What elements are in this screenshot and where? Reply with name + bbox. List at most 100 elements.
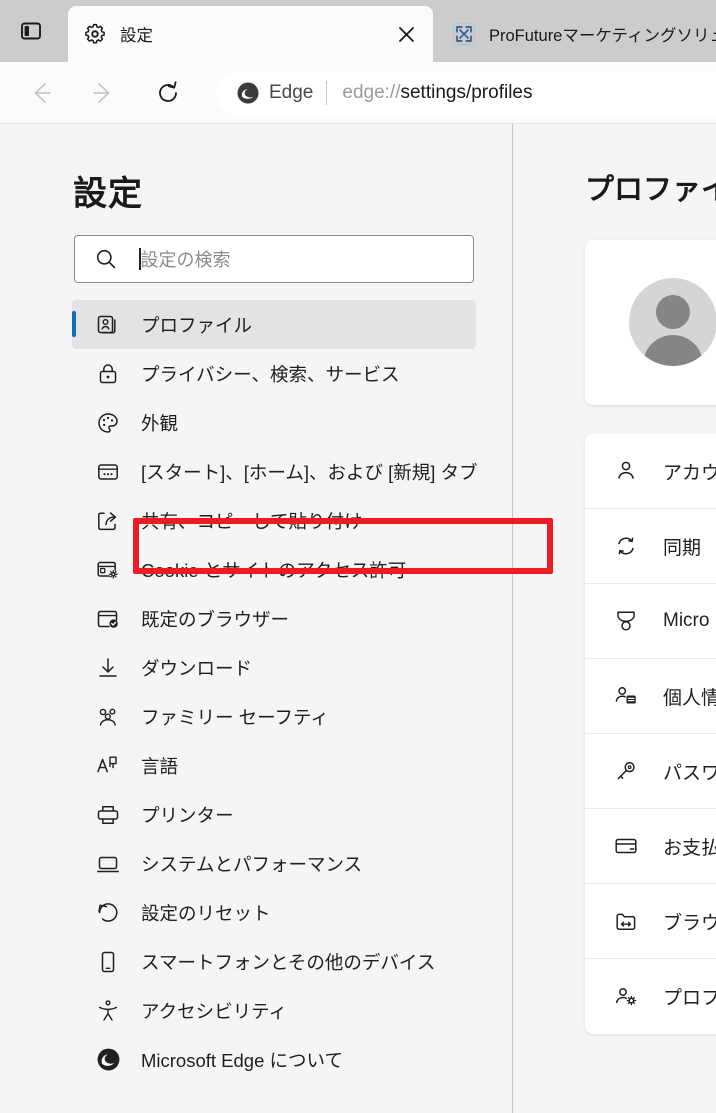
search-icon [95, 248, 117, 270]
sidebar-item-profiles[interactable]: プロファイル [72, 300, 476, 349]
list-item-label: お支払 [663, 837, 716, 859]
sidebar-item-label: プロファイル [141, 314, 253, 336]
avatar-body [643, 335, 703, 366]
list-item-import-browser-data[interactable]: ブラウザ [585, 884, 716, 959]
new-tab-icon [95, 459, 121, 485]
lock-icon [95, 361, 121, 387]
address-bar[interactable]: Edge edge://settings/profiles [216, 71, 716, 115]
reset-icon [95, 900, 121, 926]
content-title: プロファイル [585, 174, 716, 206]
sidebar-item-cookies-permissions[interactable]: Cookie とサイトのアクセス許可 [72, 545, 476, 594]
sync-icon [613, 533, 639, 559]
sidebar-item-languages[interactable]: 言語 [72, 741, 476, 790]
search-placeholder: 設定の検索 [140, 250, 231, 270]
search-input[interactable]: 設定の検索 [74, 235, 474, 283]
sidebar-item-downloads[interactable]: ダウンロード [72, 643, 476, 692]
rewards-icon [613, 608, 639, 634]
arrow-right-icon [89, 80, 115, 106]
sidebar-item-start-home-newtab[interactable]: [スタート]、[ホーム]、および [新規] タブ [72, 447, 478, 496]
reload-button[interactable] [150, 75, 186, 111]
accessibility-icon [95, 998, 121, 1024]
edge-logo-icon [236, 81, 260, 105]
person-icon [613, 458, 639, 484]
list-item-payment-info[interactable]: お支払 [585, 809, 716, 884]
sidebar-item-label: [スタート]、[ホーム]、および [新規] タブ [141, 461, 478, 483]
import-browser-data-icon [613, 908, 639, 934]
sidebar-item-family-safety[interactable]: ファミリー セーフティ [72, 692, 476, 741]
sidebar-item-label: アクセシビリティ [141, 1000, 287, 1022]
list-item-passwords[interactable]: パスワ [585, 734, 716, 809]
default-browser-icon [95, 606, 121, 632]
sidebar-item-label: Cookie とサイトのアクセス許可 [141, 559, 407, 581]
avatar-head [656, 295, 690, 329]
sidebar-item-default-browser[interactable]: 既定のブラウザー [72, 594, 476, 643]
close-icon[interactable] [391, 19, 421, 49]
profile-card[interactable] [585, 240, 716, 405]
url-scheme: edge:// [342, 82, 401, 103]
reload-icon [155, 80, 181, 106]
page-title: 設定 [73, 175, 143, 213]
edge-logo-icon [95, 1047, 121, 1073]
list-item-sync[interactable]: 同期 [585, 509, 716, 584]
back-button[interactable] [24, 75, 60, 111]
sidebar-item-system-performance[interactable]: システムとパフォーマンス [72, 839, 476, 888]
gear-icon [82, 21, 108, 47]
list-item-label: プロフ [663, 988, 716, 1009]
sidebar-item-label: ダウンロード [141, 657, 253, 679]
language-icon [95, 753, 121, 779]
sidebar-item-label: 設定のリセット [141, 902, 271, 924]
personal-info-icon [613, 683, 639, 709]
omnibox-url: edge://settings/profiles [342, 82, 532, 104]
tab-title: ProFutureマーケティングソリューシ [489, 27, 716, 45]
profile-settings-list: アカウ 同期 Micro 個人情 パスワ お支払 ブラウ プロフ [585, 434, 716, 1034]
tab-profuture[interactable]: ProFutureマーケティングソリューシ [437, 6, 716, 62]
printer-icon [95, 802, 121, 828]
profile-icon [95, 312, 121, 338]
sidebar-item-reset-settings[interactable]: 設定のリセット [72, 888, 476, 937]
list-item-microsoft-rewards[interactable]: Micro [585, 584, 716, 659]
list-item-label: 個人情 [663, 687, 716, 709]
sidebar-item-label: 既定のブラウザー [141, 608, 290, 630]
share-icon [95, 508, 121, 534]
sidebar-item-privacy[interactable]: プライバシー、検索、サービス [72, 349, 476, 398]
url-path: settings/profiles [400, 82, 533, 103]
cookie-permissions-icon [95, 557, 121, 583]
download-icon [95, 655, 121, 681]
family-safety-icon [95, 704, 121, 730]
sidebar-item-accessibility[interactable]: アクセシビリティ [72, 986, 476, 1035]
list-item-personal-info[interactable]: 個人情 [585, 659, 716, 734]
list-item-account[interactable]: アカウ [585, 434, 716, 509]
sidebar-item-label: プライバシー、検索、サービス [141, 363, 400, 385]
list-item-label: Micro [663, 610, 710, 631]
tab-settings[interactable]: 設定 [68, 6, 433, 62]
tab-title: 設定 [120, 27, 153, 45]
list-item-label: ブラウザ [663, 912, 716, 934]
forward-button[interactable] [84, 75, 120, 111]
sidebar-item-label: Microsoft Edge について [141, 1049, 343, 1071]
credit-card-icon [613, 833, 639, 859]
sidebar-item-share-copy-paste[interactable]: 共有、コピーして貼り付け [72, 496, 476, 545]
key-icon [613, 758, 639, 784]
sidebar-item-label: ファミリー セーフティ [141, 706, 329, 728]
sidebar-item-label: 言語 [141, 755, 179, 777]
list-item-label: アカウ [663, 462, 716, 484]
sidebar-item-label: 共有、コピーして貼り付け [141, 510, 363, 532]
omnibox-brand: Edge [269, 82, 314, 103]
sidebar-item-label: 外観 [141, 412, 179, 434]
list-item-label: パスワ [663, 762, 716, 784]
tab-strip: 設定 ProFutureマーケティングソリューシ [0, 0, 716, 62]
vertical-tabs-icon [20, 20, 42, 42]
tab-actions-button[interactable] [12, 12, 50, 50]
sidebar-item-label: プリンター [141, 804, 234, 826]
list-item-label: 同期 [663, 537, 702, 559]
sidebar-item-label: スマートフォンとその他のデバイス [141, 951, 436, 973]
sidebar-item-about-edge[interactable]: Microsoft Edge について [72, 1035, 476, 1084]
sidebar-item-label: システムとパフォーマンス [141, 853, 363, 875]
sidebar-item-printers[interactable]: プリンター [72, 790, 476, 839]
settings-page: 設定 設定の検索 プロファイル プライバシー、検索、サービス 外観 [スタート]… [0, 124, 716, 1113]
sidebar-item-appearance[interactable]: 外観 [72, 398, 476, 447]
sidebar-item-phone-other-devices[interactable]: スマートフォンとその他のデバイス [72, 937, 476, 986]
list-item-profile-preferences[interactable]: プロフ [585, 959, 716, 1034]
system-performance-icon [95, 851, 121, 877]
default-avatar-icon [629, 278, 716, 366]
